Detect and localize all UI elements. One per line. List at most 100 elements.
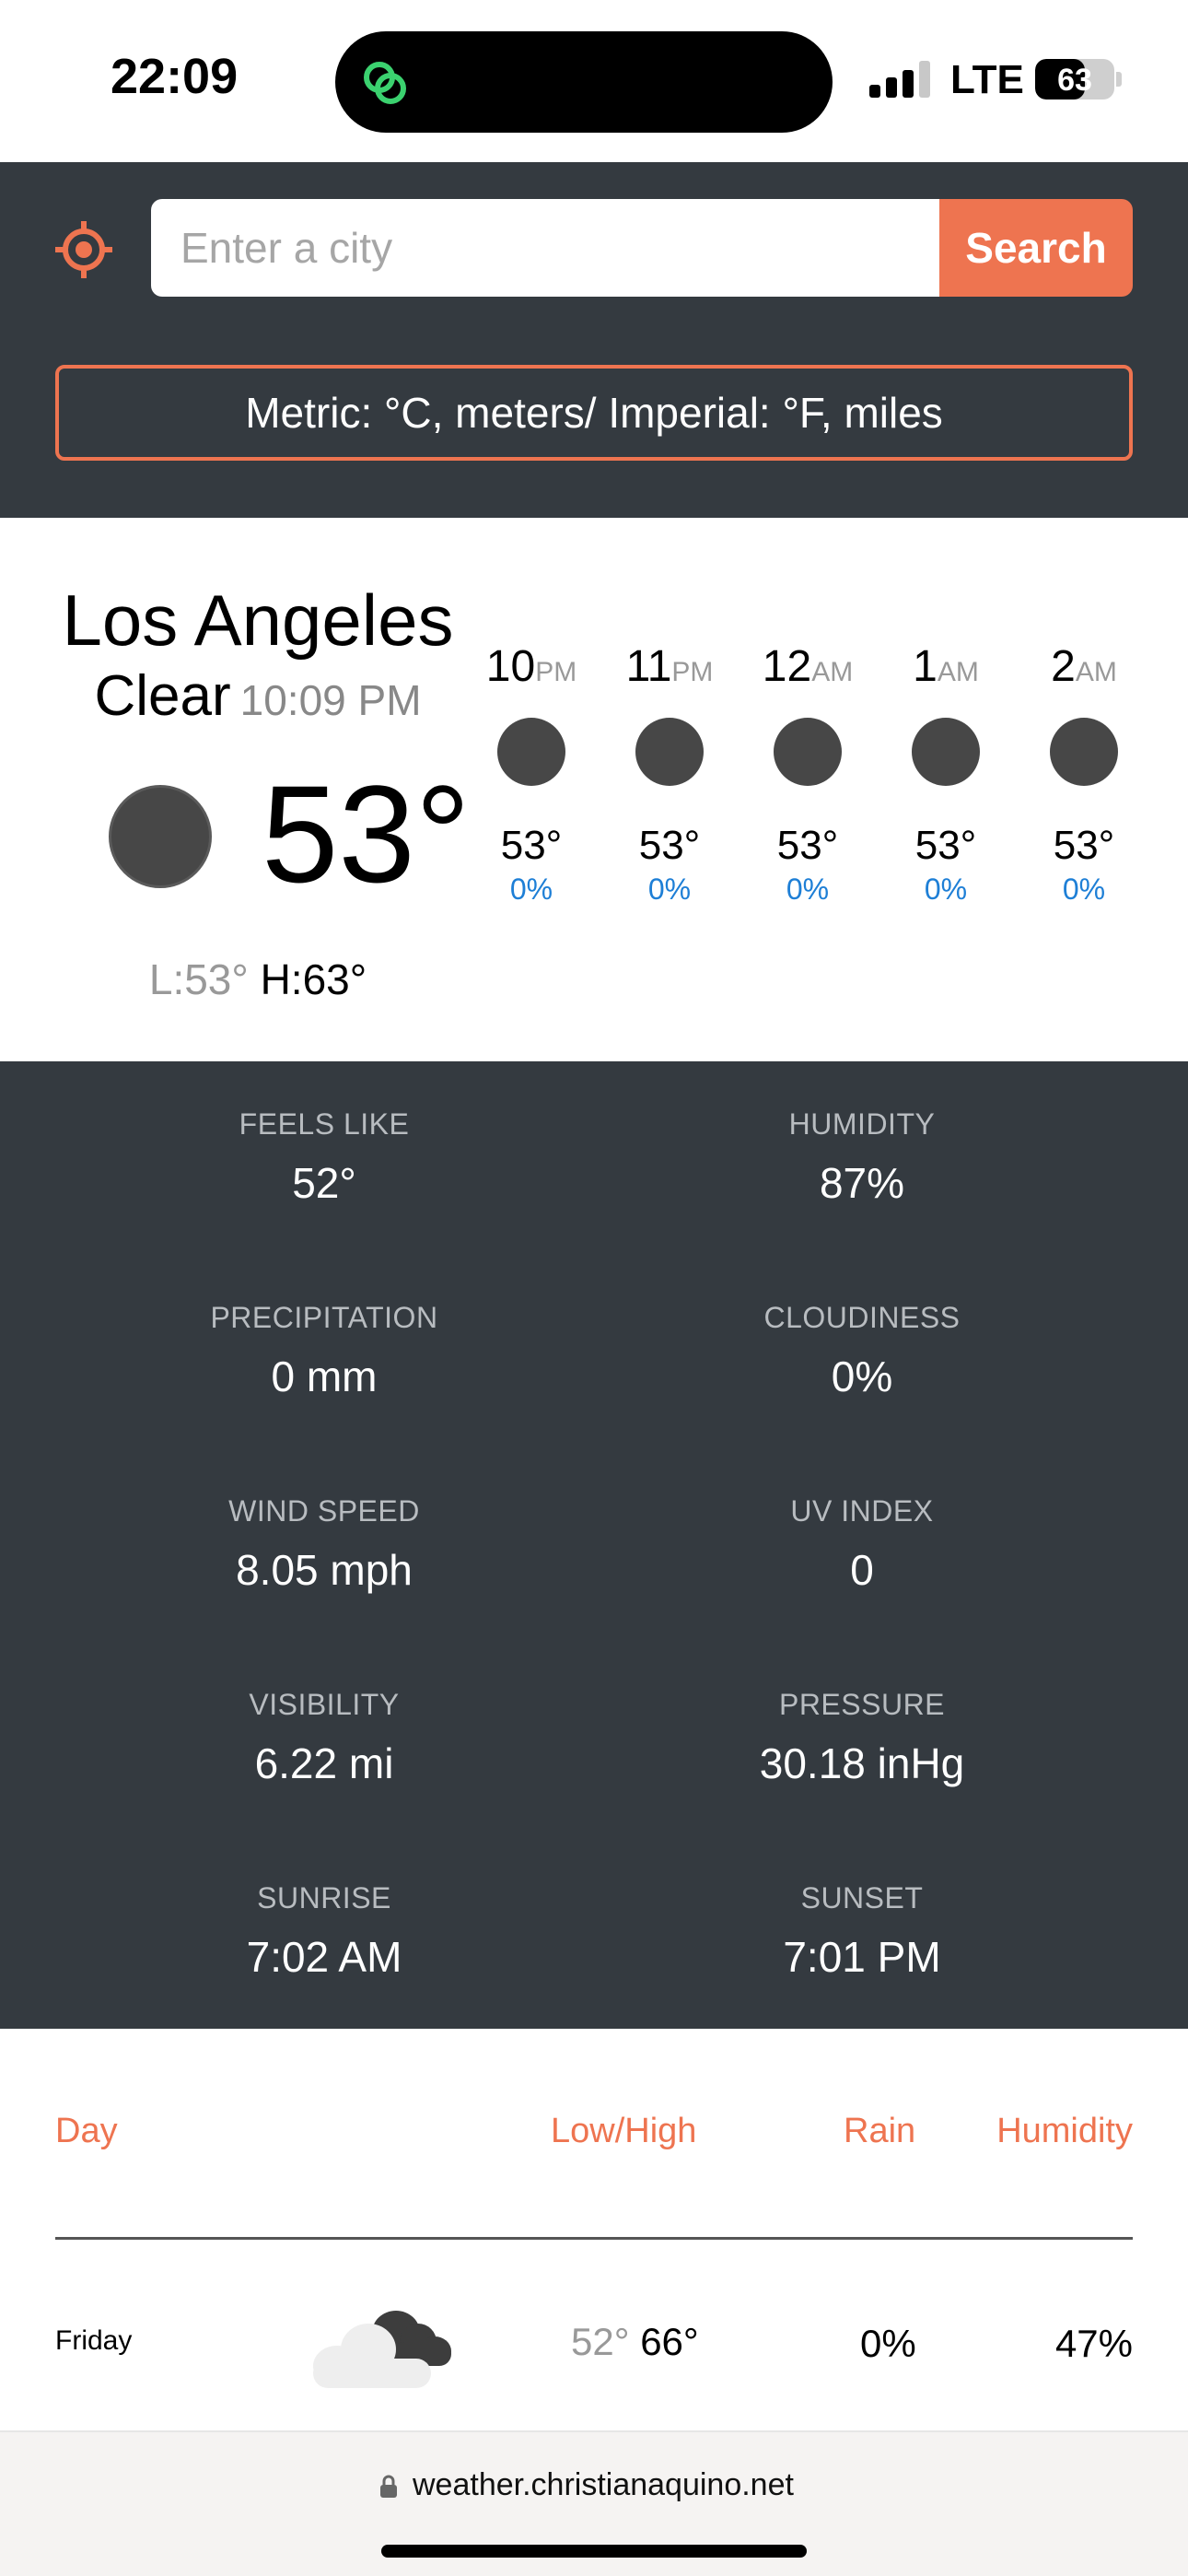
clear-night-icon (774, 718, 842, 786)
detail-label: PRESSURE (778, 1688, 946, 1721)
dynamic-island (335, 31, 833, 133)
hour-label: 11PM (610, 641, 729, 692)
hour-number: 2 (1051, 642, 1076, 691)
clear-night-icon (1050, 718, 1118, 786)
status-time: 22:09 (111, 49, 239, 104)
header-humidity: Humidity (996, 2112, 1133, 2150)
network-type: LTE (950, 57, 1024, 102)
hourly-item: 1AM 53° 0% (886, 641, 1006, 907)
hour-ampm: AM (1075, 657, 1117, 687)
hour-label: 2AM (1024, 641, 1144, 692)
url-text[interactable]: weather.christianaquino.net (413, 2467, 794, 2503)
detail-label: SUNSET (800, 1881, 924, 1914)
detail-pressure: PRESSURE 30.18 inHg (632, 1688, 1092, 1788)
hour-ampm: AM (811, 657, 854, 687)
detail-wind-speed: WIND SPEED 8.05 mph (94, 1494, 554, 1595)
hour-ampm: PM (535, 657, 577, 687)
detail-label: SUNRISE (257, 1881, 391, 1914)
status-bar: 22:09 LTE 63 (0, 0, 1188, 162)
detail-precipitation: PRECIPITATION 0 mm (94, 1301, 554, 1401)
search-header: Search Metric: °C, meters/ Imperial: °F,… (0, 162, 1188, 518)
detail-visibility: VISIBILITY 6.22 mi (94, 1688, 554, 1788)
cellular-signal-icon (869, 61, 930, 98)
forecast-high: 66° (640, 2320, 699, 2363)
detail-uv-index: UV INDEX 0 (632, 1494, 1092, 1595)
hour-number: 1 (913, 642, 938, 691)
detail-label: VISIBILITY (249, 1688, 400, 1721)
header-lowhigh: Low/High (551, 2112, 697, 2150)
cloud-icon (313, 2311, 451, 2388)
detail-value: 0% (831, 1352, 893, 1400)
condition-text: Clear (94, 664, 231, 728)
detail-value: 52° (292, 1159, 356, 1207)
link-app-icon (364, 62, 406, 104)
forecast-low: 52° (571, 2320, 630, 2363)
detail-value: 6.22 mi (254, 1739, 394, 1787)
search-button[interactable]: Search (939, 199, 1133, 297)
clear-night-icon (635, 718, 704, 786)
units-toggle-button[interactable]: Metric: °C, meters/ Imperial: °F, miles (55, 365, 1133, 461)
detail-label: CLOUDINESS (763, 1301, 961, 1334)
header-rain: Rain (844, 2112, 916, 2150)
detail-feels-like: FEELS LIKE 52° (94, 1107, 554, 1208)
local-time: 10:09 PM (239, 676, 422, 724)
hour-precip-chance: 0% (786, 872, 830, 906)
hour-precip-chance: 0% (647, 872, 692, 906)
low-high: L:53° H:63° (0, 954, 516, 1004)
home-indicator[interactable] (381, 2545, 807, 2558)
hour-number: 11 (625, 642, 672, 691)
hour-temp: 53° (638, 823, 701, 868)
forecast-rain: 0% (860, 2322, 916, 2365)
hour-precip-chance: 0% (924, 872, 968, 906)
detail-label: WIND SPEED (228, 1494, 420, 1528)
browser-address-bar[interactable]: weather.christianaquino.net (0, 2432, 1188, 2576)
detail-value: 0 mm (271, 1352, 378, 1400)
hour-temp: 53° (776, 823, 839, 868)
hourly-item: 2AM 53° 0% (1024, 641, 1144, 907)
forecast-humidity: 47% (1054, 2322, 1133, 2365)
detail-value: 7:01 PM (783, 1933, 941, 1981)
detail-sunrise: SUNRISE 7:02 AM (94, 1881, 554, 1982)
clear-night-icon (109, 785, 212, 888)
table-divider (55, 2237, 1133, 2240)
hour-number: 12 (762, 642, 812, 691)
detail-label: UV INDEX (790, 1494, 934, 1528)
clear-night-icon (912, 718, 980, 786)
current-temperature: 53° (262, 756, 471, 911)
hour-temp: 53° (914, 823, 977, 868)
clear-night-icon (497, 718, 565, 786)
detail-cloudiness: CLOUDINESS 0% (632, 1301, 1092, 1401)
detail-label: PRECIPITATION (210, 1301, 438, 1334)
low-temp: L:53° (148, 955, 249, 1003)
detail-value: 0 (850, 1546, 874, 1594)
daily-forecast-table: Day Low/High Rain Humidity Friday 52° 66… (0, 2029, 1188, 2432)
hour-label: 10PM (472, 641, 591, 692)
detail-sunset: SUNSET 7:01 PM (632, 1881, 1092, 1982)
hour-temp: 53° (1053, 823, 1115, 868)
hour-ampm: PM (671, 657, 714, 687)
condition-line: Clear 10:09 PM (0, 663, 516, 729)
hourly-item: 12AM 53° 0% (748, 641, 868, 907)
detail-value: 30.18 inHg (759, 1739, 965, 1787)
city-search-input[interactable] (151, 199, 941, 297)
detail-label: FEELS LIKE (239, 1107, 410, 1141)
hour-temp: 53° (500, 823, 563, 868)
detail-value: 8.05 mph (236, 1546, 413, 1594)
lock-icon (380, 2475, 397, 2498)
locate-icon[interactable] (53, 219, 114, 280)
hourly-item: 10PM 53° 0% (472, 641, 591, 907)
hour-label: 1AM (886, 641, 1006, 692)
hourly-item: 11PM 53° 0% (610, 641, 729, 907)
battery-icon: 63 (1035, 59, 1114, 100)
detail-humidity: HUMIDITY 87% (632, 1107, 1092, 1208)
battery-nub (1116, 72, 1122, 87)
city-name: Los Angeles (62, 580, 454, 661)
detail-label: HUMIDITY (788, 1107, 936, 1141)
hour-precip-chance: 0% (1062, 872, 1106, 906)
high-temp: H:63° (260, 955, 367, 1003)
hour-number: 10 (485, 642, 536, 691)
detail-value: 87% (819, 1159, 905, 1207)
forecast-day: Friday (55, 2325, 133, 2356)
detail-value: 7:02 AM (246, 1933, 402, 1981)
hour-ampm: AM (937, 657, 979, 687)
